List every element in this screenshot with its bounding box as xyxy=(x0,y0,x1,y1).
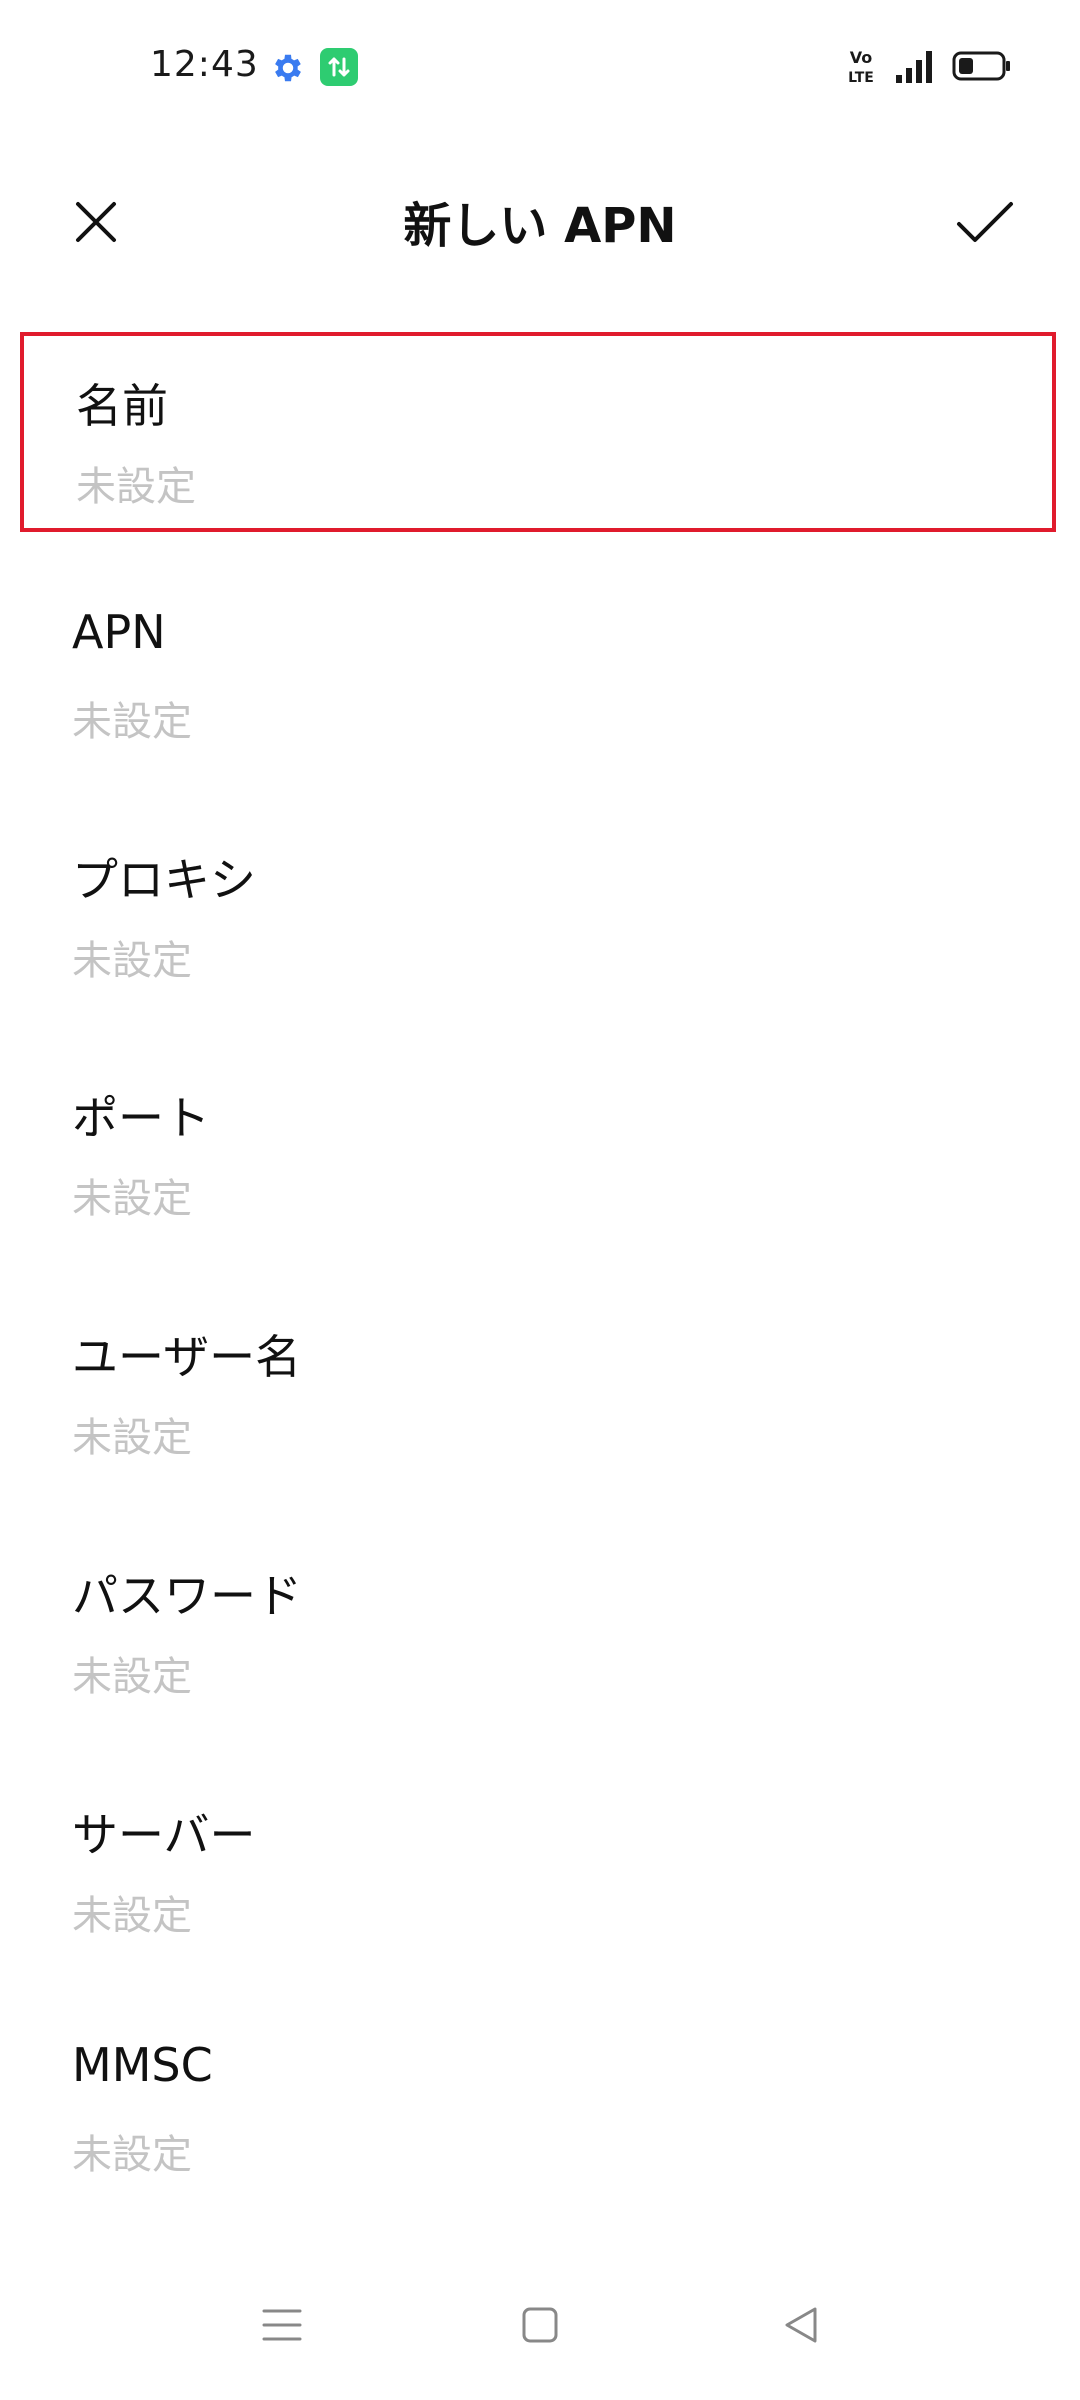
field-label: APN xyxy=(72,605,166,659)
home-icon xyxy=(522,2307,558,2343)
battery-icon xyxy=(952,51,1012,85)
data-transfer-icon xyxy=(320,48,358,86)
field-proxy[interactable]: プロキシ 未設定 xyxy=(20,810,1056,1010)
battery-fill xyxy=(959,58,973,74)
field-value: 未設定 xyxy=(72,1893,192,1939)
field-value: 未設定 xyxy=(72,1654,192,1700)
field-label: ユーザー名 xyxy=(72,1330,302,1384)
field-username[interactable]: ユーザー名 未設定 xyxy=(20,1287,1056,1487)
navigation-bar xyxy=(0,2280,1080,2400)
app-bar: 新しい APN xyxy=(0,150,1080,280)
field-label: 名前 xyxy=(76,379,168,433)
field-name[interactable]: 名前 未設定 xyxy=(20,332,1056,532)
status-time: 12:43 xyxy=(150,44,259,85)
status-bar: 12:43 Vo LTE xyxy=(0,0,1080,140)
field-label: サーバー xyxy=(72,1808,256,1862)
field-mmsc[interactable]: MMSC 未設定 xyxy=(20,2004,1056,2204)
field-apn[interactable]: APN 未設定 xyxy=(20,571,1056,771)
field-value: 未設定 xyxy=(72,1415,192,1461)
field-value: 未設定 xyxy=(76,464,196,510)
home-button[interactable] xyxy=(495,2280,585,2370)
volte-icon: Vo LTE xyxy=(846,46,876,90)
back-button[interactable] xyxy=(756,2280,846,2370)
confirm-button[interactable] xyxy=(940,182,1030,262)
field-password[interactable]: パスワード 未設定 xyxy=(20,1526,1056,1726)
menu-button[interactable] xyxy=(237,2280,327,2370)
field-value: 未設定 xyxy=(72,2132,192,2178)
field-value: 未設定 xyxy=(72,699,192,745)
settings-gear-icon xyxy=(270,50,306,86)
field-server[interactable]: サーバー 未設定 xyxy=(20,1765,1056,1965)
back-icon xyxy=(785,2307,817,2343)
volte-text-top: Vo xyxy=(850,48,873,67)
field-port[interactable]: ポート 未設定 xyxy=(20,1048,1056,1248)
field-value: 未設定 xyxy=(72,1176,192,1222)
field-value: 未設定 xyxy=(72,938,192,984)
field-label: パスワード xyxy=(72,1569,302,1623)
page-title: 新しい APN xyxy=(403,198,677,254)
signal-icon xyxy=(894,49,934,87)
menu-icon xyxy=(262,2309,302,2341)
status-right-icons: Vo LTE xyxy=(846,48,1012,88)
volte-text-bottom: LTE xyxy=(848,70,874,86)
field-label: ポート xyxy=(72,1091,210,1145)
field-label: プロキシ xyxy=(72,853,256,907)
check-icon xyxy=(957,202,1013,242)
field-label: MMSC xyxy=(72,2038,213,2092)
